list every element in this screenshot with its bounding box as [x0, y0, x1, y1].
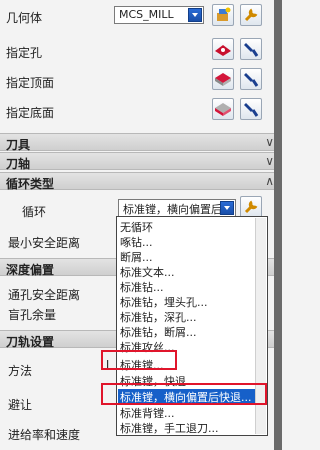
- display-top-button[interactable]: [240, 68, 262, 90]
- flashlight-icon: [244, 73, 259, 87]
- blind-stock-label: 盲孔余量: [8, 308, 57, 322]
- min-clearance-label: 最小安全距离: [8, 236, 81, 250]
- cycle-option[interactable]: 标准钻，断屑...: [120, 324, 197, 340]
- method-label: 方法: [8, 364, 33, 378]
- specify-bottom-label: 指定底面: [6, 106, 55, 120]
- feeds-speeds-label: 进给率和速度: [8, 428, 81, 442]
- cycle-option[interactable]: 啄钻...: [120, 234, 153, 250]
- select-top-button[interactable]: [212, 68, 234, 90]
- cycle-option[interactable]: 断屑...: [120, 249, 153, 265]
- tool-section[interactable]: 刀具 ∨: [0, 133, 282, 152]
- chevron-down-icon: ∨: [265, 154, 274, 168]
- cycle-option[interactable]: 标准钻...: [120, 279, 164, 295]
- cycle-type-section[interactable]: 循环类型 ∧: [0, 172, 282, 191]
- cycle-select[interactable]: 标准镗，横向偏置后: [118, 199, 236, 217]
- bottom-face-icon: [215, 103, 231, 116]
- chevron-down-icon[interactable]: [220, 201, 234, 215]
- edit-geometry-button[interactable]: [240, 4, 262, 26]
- cycle-type-section-title: 循环类型: [6, 177, 55, 191]
- axis-section-title: 刀轴: [6, 157, 31, 171]
- chevron-up-icon: ∧: [265, 174, 274, 188]
- holes-icon: [215, 45, 231, 56]
- cycle-option[interactable]: 标准镗，手工退刀...: [120, 420, 219, 435]
- cycle-option[interactable]: 标准钻，深孔...: [120, 309, 197, 325]
- new-geometry-button[interactable]: [212, 4, 234, 26]
- flashlight-icon: [244, 103, 259, 117]
- top-face-icon: [215, 73, 231, 86]
- cycle-option[interactable]: 无循环: [120, 219, 153, 235]
- toolpath-settings-section-title: 刀轨设置: [6, 335, 55, 349]
- chevron-down-icon[interactable]: [188, 8, 202, 22]
- cycle-value: 标准镗，横向偏置后: [123, 203, 222, 216]
- chevron-down-icon: ∨: [265, 135, 274, 149]
- wrench-icon: [244, 8, 258, 22]
- geometry-value: MCS_MILL: [119, 8, 174, 21]
- avoid-label: 避让: [8, 398, 33, 412]
- tool-section-title: 刀具: [6, 138, 31, 152]
- specify-top-label: 指定顶面: [6, 76, 55, 90]
- cycle-label: 循环: [22, 205, 47, 219]
- new-geometry-icon: [217, 7, 231, 21]
- select-holes-button[interactable]: [212, 38, 234, 60]
- display-holes-button[interactable]: [240, 38, 262, 60]
- depth-offset-section-title: 深度偏置: [6, 263, 55, 277]
- specify-holes-label: 指定孔: [6, 46, 43, 60]
- select-bottom-button[interactable]: [212, 98, 234, 120]
- cycle-option[interactable]: 标准钻，埋头孔...: [120, 294, 208, 310]
- axis-section[interactable]: 刀轴 ∨: [0, 152, 282, 171]
- wrench-icon: [244, 200, 258, 214]
- cycle-option[interactable]: 标准背镗...: [120, 405, 175, 421]
- edit-cycle-button[interactable]: [240, 196, 262, 218]
- highlight-box-bore-offset-retract: [101, 383, 267, 405]
- window-edge: [274, 0, 282, 450]
- display-bottom-button[interactable]: [240, 98, 262, 120]
- cycle-option[interactable]: 标准文本...: [120, 264, 175, 280]
- flashlight-icon: [244, 43, 259, 57]
- through-clearance-label: 通孔安全距离: [8, 288, 81, 302]
- geometry-label: 几何体: [6, 11, 43, 25]
- highlight-box-standard-bore: [101, 350, 177, 370]
- geometry-select[interactable]: MCS_MILL: [114, 6, 204, 24]
